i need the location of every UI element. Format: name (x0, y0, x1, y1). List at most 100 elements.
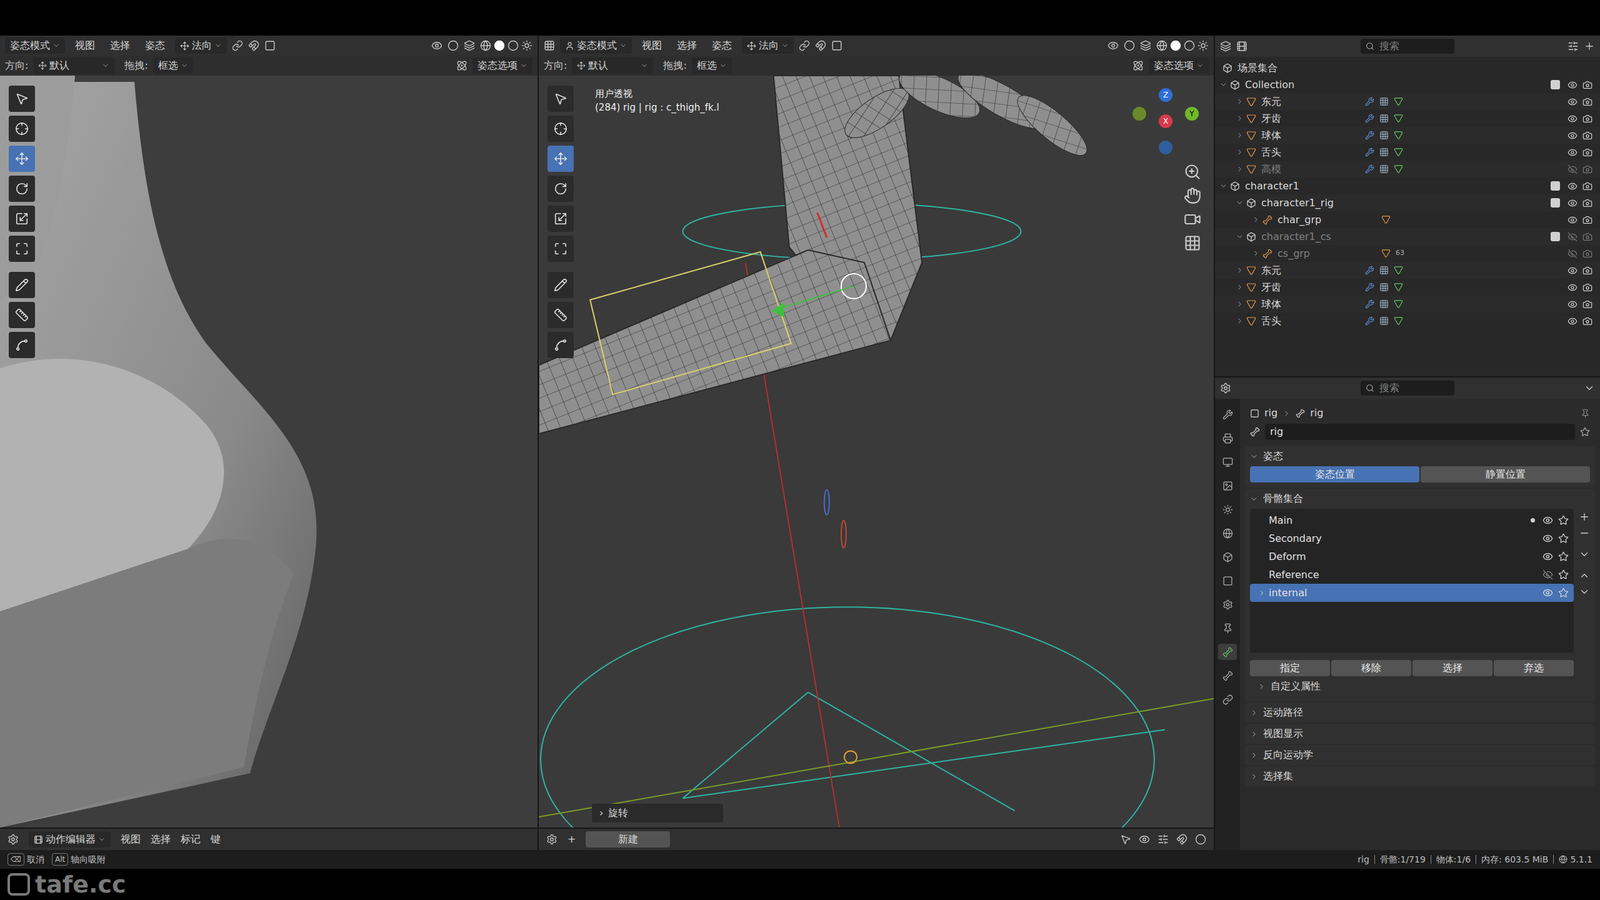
properties-tab[interactable] (1218, 406, 1237, 423)
collection-item[interactable]: internal (1250, 583, 1574, 602)
expand-icon[interactable] (1219, 181, 1228, 190)
mode-dropdown[interactable]: 姿态模式 (560, 37, 632, 54)
collapse-icon[interactable] (1235, 114, 1244, 123)
render-icon[interactable] (1582, 113, 1593, 124)
tree-row[interactable]: 牙齿 (1215, 110, 1600, 127)
render-icon[interactable] (1582, 164, 1593, 175)
menu-item[interactable]: 标记 (180, 831, 201, 847)
expand-icon[interactable] (1235, 198, 1244, 207)
tool-button[interactable] (8, 115, 35, 142)
properties-tab[interactable] (1218, 572, 1237, 589)
tree-row[interactable]: 高模 (1215, 160, 1600, 178)
tool-button[interactable] (547, 115, 574, 142)
drag-dropdown[interactable]: 框选 (691, 57, 732, 74)
solo-icon[interactable] (1558, 569, 1569, 580)
tool-button[interactable] (8, 175, 35, 202)
fake-user-icon[interactable] (1580, 426, 1590, 437)
new-collection-icon[interactable] (1583, 40, 1595, 52)
viewport-canvas[interactable] (0, 75, 538, 828)
new-action-button[interactable]: 新建 (585, 831, 670, 848)
tool-button[interactable] (8, 85, 35, 112)
render-icon[interactable] (1582, 282, 1593, 293)
tool-button[interactable] (547, 301, 574, 329)
ortho-icon[interactable] (1183, 234, 1202, 252)
visible-icon[interactable] (1567, 147, 1578, 158)
tree-row[interactable]: 牙齿 (1215, 278, 1600, 296)
tree-row[interactable]: Collection (1215, 76, 1600, 94)
orientation-dropdown[interactable]: 法向 (175, 37, 227, 54)
exclude-checkbox[interactable] (1550, 80, 1560, 90)
render-icon[interactable] (1582, 198, 1593, 209)
pose-toggle[interactable]: 静置位置 (1420, 466, 1590, 483)
xray-icon[interactable] (1140, 40, 1152, 52)
visible-icon[interactable] (1542, 551, 1554, 562)
render-icon[interactable] (1582, 215, 1593, 225)
proportional-icon[interactable] (1195, 833, 1207, 845)
panel-header[interactable]: 视图显示 (1245, 723, 1595, 744)
options-icon[interactable] (1583, 382, 1595, 394)
collapse-icon[interactable] (1235, 300, 1244, 309)
exclude-checkbox[interactable] (1550, 231, 1560, 242)
properties-tab[interactable] (1218, 453, 1237, 470)
collection-item[interactable]: Reference (1250, 565, 1574, 584)
render-shading-icon[interactable] (521, 40, 533, 52)
editor-type-icon[interactable] (546, 833, 558, 845)
panel-header[interactable]: 自定义属性 (1252, 676, 1595, 697)
filter-icon[interactable] (1567, 40, 1579, 52)
panel-header[interactable]: 反向运动学 (1245, 745, 1595, 765)
visibility-icon[interactable] (431, 40, 443, 52)
specials-icon[interactable] (1578, 548, 1590, 560)
visible-icon[interactable] (1567, 265, 1578, 276)
render-icon[interactable] (1582, 80, 1593, 90)
panel-header[interactable]: 姿态 (1245, 446, 1595, 467)
solid-shading-icon[interactable] (493, 40, 505, 52)
collection-button[interactable]: 选择 (1412, 660, 1493, 677)
visible-icon[interactable] (1567, 316, 1578, 327)
tool-button[interactable] (547, 145, 574, 172)
tree-row[interactable]: 球体 (1215, 126, 1600, 144)
render-icon[interactable] (1582, 181, 1593, 192)
add-icon[interactable] (1578, 511, 1590, 523)
only-selected-icon[interactable] (1120, 833, 1132, 845)
pan-icon[interactable] (1183, 186, 1202, 205)
properties-tab[interactable] (1218, 525, 1237, 542)
pin-icon[interactable] (1580, 408, 1590, 419)
gizmo-axis[interactable]: Z (1158, 88, 1173, 102)
menu-item[interactable]: 选择 (150, 831, 171, 847)
collection-button[interactable]: 指定 (1250, 660, 1330, 677)
gizmo-axis[interactable]: X (1158, 114, 1173, 129)
expand-icon[interactable] (1219, 80, 1228, 89)
tool-button[interactable] (8, 301, 35, 329)
visible-icon[interactable] (1567, 299, 1578, 310)
editor-type-icon[interactable] (1220, 40, 1232, 52)
collapse-icon[interactable] (1235, 316, 1244, 325)
properties-tab[interactable] (1218, 691, 1237, 708)
properties-tab[interactable] (1218, 667, 1237, 684)
render-shading-icon[interactable] (1197, 40, 1209, 52)
overlay-icon[interactable] (1123, 40, 1135, 52)
panel-header[interactable]: 运动路径 (1245, 702, 1595, 723)
tree-row[interactable]: character1_cs (1215, 228, 1600, 245)
hidden-keys-icon[interactable] (1138, 833, 1150, 845)
visible-icon[interactable] (1567, 130, 1578, 141)
menu-item[interactable]: 键 (210, 831, 221, 847)
tool-button[interactable] (8, 235, 35, 262)
mirror-icon[interactable] (1132, 60, 1144, 72)
solo-icon[interactable] (1558, 587, 1569, 599)
xray-icon[interactable] (463, 40, 475, 52)
wireframe-shading-icon[interactable] (1156, 40, 1168, 52)
collection-button[interactable]: 弃选 (1493, 660, 1574, 677)
render-icon[interactable] (1582, 248, 1593, 259)
visible-icon[interactable] (1567, 181, 1578, 192)
gizmo-dot[interactable] (1158, 140, 1173, 155)
menu-item[interactable]: 视图 (120, 831, 141, 847)
tool-button[interactable] (547, 205, 574, 232)
proportional-icon[interactable] (831, 40, 843, 52)
search-field[interactable]: 搜索 (1360, 38, 1455, 54)
mirror-icon[interactable] (456, 60, 468, 72)
zoom-icon[interactable] (1183, 163, 1202, 181)
collapse-icon[interactable] (1251, 215, 1260, 224)
tool-button[interactable] (547, 175, 574, 202)
visible-icon[interactable] (1567, 198, 1578, 209)
options-dropdown[interactable]: 姿态选项 (1148, 57, 1209, 74)
